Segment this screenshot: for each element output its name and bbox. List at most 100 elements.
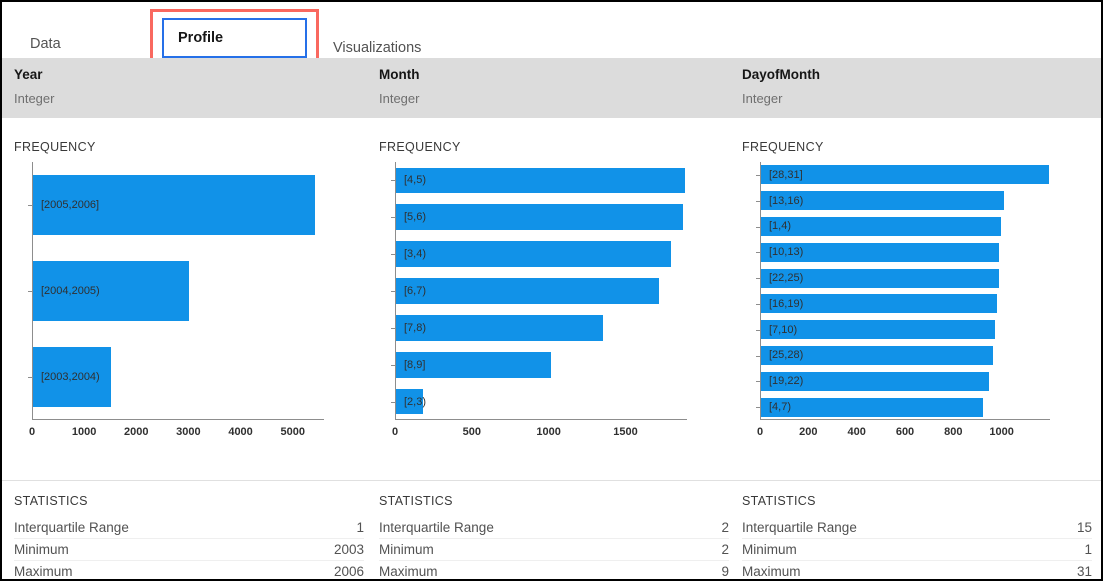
stat-value: 9 xyxy=(721,564,729,579)
bar-row[interactable]: [5,6) xyxy=(396,204,688,231)
bar-category-label: [6,7) xyxy=(404,284,427,297)
column-header-month[interactable]: Month Integer xyxy=(379,58,739,118)
stat-row: Interquartile Range 15 xyxy=(742,517,1092,539)
bar-row[interactable]: [2005,2006] xyxy=(33,174,325,236)
bar[interactable]: [28,31] xyxy=(761,165,1049,185)
bar-row[interactable]: [2003,2004) xyxy=(33,346,325,408)
bar-category-label: [8,9] xyxy=(404,358,426,371)
bar-row[interactable]: [28,31] xyxy=(761,165,1051,185)
x-axis-tick-label: 1000 xyxy=(71,426,97,438)
x-axis-tick-label: 1000 xyxy=(989,426,1014,438)
bar[interactable]: [3,4) xyxy=(396,241,672,268)
bar-row[interactable]: [22,25) xyxy=(761,268,1051,288)
bar-row[interactable]: [4,7) xyxy=(761,397,1051,417)
bar[interactable]: [25,28) xyxy=(761,345,993,366)
stat-value: 15 xyxy=(1076,520,1092,535)
frequency-panel-month: FREQUENCY [4,5) [5,6) [3,4) [6,7) [7,8) [8,9]… xyxy=(379,118,729,480)
stat-row: Maximum 9 xyxy=(379,561,729,579)
x-axis-tick-label: 2000 xyxy=(124,426,149,438)
bar[interactable]: [10,13) xyxy=(761,242,1000,262)
stat-name: Interquartile Range xyxy=(742,520,857,535)
stat-row: Minimum 1 xyxy=(742,539,1092,561)
stat-name: Minimum xyxy=(14,542,69,557)
frequency-chart-year[interactable]: [2005,2006] [2004,2005) [2003,2004) 0 1000 20… xyxy=(28,162,325,438)
bar[interactable]: [13,16) xyxy=(761,191,1004,211)
bar[interactable]: [2005,2006] xyxy=(33,174,315,236)
bar-row[interactable]: [8,9] xyxy=(396,351,688,378)
bar-row[interactable]: [6,7) xyxy=(396,278,688,304)
frequency-chart-dayofmonth[interactable]: [28,31] [13,16) [1,4) [10,13) [22,25) [16,19)… xyxy=(756,162,1051,438)
bar-category-label: [16,19) xyxy=(769,297,804,310)
stat-value: 1 xyxy=(356,520,364,535)
bar-category-label: [3,4) xyxy=(404,248,427,261)
stat-row: Interquartile Range 1 xyxy=(14,517,364,539)
column-header-dayofmonth[interactable]: DayofMonth Integer xyxy=(742,58,1101,118)
x-axis-tick-label: 0 xyxy=(756,426,764,438)
bar-category-label: [25,28) xyxy=(769,349,804,362)
x-axis-tick-label: 5000 xyxy=(280,426,305,438)
tab-profile[interactable]: Profile xyxy=(162,18,307,58)
x-axis-line xyxy=(760,419,1050,420)
bar-category-label: [22,25) xyxy=(769,272,804,285)
bar[interactable]: [2,3) xyxy=(396,388,427,415)
bar[interactable]: [2004,2005) xyxy=(33,260,190,322)
bar[interactable]: [2003,2004) xyxy=(33,346,112,408)
profile-page: Data Profile Visualizations Year Integer… xyxy=(0,0,1103,581)
frequency-panel-dayofmonth: FREQUENCY [28,31] [13,16) [1,4) [10,13) [22,… xyxy=(742,118,1097,480)
bar[interactable]: [7,8) xyxy=(396,314,604,341)
y-axis-tick xyxy=(391,180,395,182)
bar-row[interactable]: [19,22) xyxy=(761,371,1051,391)
bar-row[interactable]: [25,28) xyxy=(761,345,1051,366)
frequency-label: FREQUENCY xyxy=(14,140,96,154)
x-axis-tick-label: 500 xyxy=(462,426,482,438)
bar[interactable]: [4,5) xyxy=(396,167,685,194)
stat-value: 31 xyxy=(1076,564,1092,579)
bar-row[interactable]: [2004,2005) xyxy=(33,260,325,322)
bar-row[interactable]: [1,4) xyxy=(761,216,1051,237)
bar[interactable]: [6,7) xyxy=(396,278,659,304)
bar-row[interactable]: [2,3) xyxy=(396,388,688,415)
statistics-title: STATISTICS xyxy=(379,494,453,508)
bar[interactable]: [19,22) xyxy=(761,371,990,391)
column-name: Month xyxy=(379,67,420,82)
bar-category-label: [4,5) xyxy=(404,174,427,187)
section-divider xyxy=(2,480,1101,481)
frequency-panel-year: FREQUENCY [2005,2006] [2004,2005) [2003,20… xyxy=(14,118,364,480)
y-axis-tick xyxy=(756,303,760,305)
y-axis-tick xyxy=(756,329,760,331)
stat-row: Maximum 2006 xyxy=(14,561,364,579)
bar[interactable]: [1,4) xyxy=(761,216,1002,237)
bar-row[interactable]: [10,13) xyxy=(761,242,1051,262)
bar[interactable]: [8,9] xyxy=(396,351,552,378)
bar[interactable]: [7,10) xyxy=(761,320,996,340)
bar-category-label: [2,3) xyxy=(404,395,427,408)
x-axis-tick-label: 600 xyxy=(895,426,915,438)
stat-value: 2006 xyxy=(333,564,364,579)
y-axis-tick xyxy=(756,355,760,357)
stat-name: Interquartile Range xyxy=(14,520,129,535)
x-axis-tick-label: 4000 xyxy=(228,426,253,438)
bar[interactable]: [4,7) xyxy=(761,397,984,417)
column-header-strip: Year Integer Month Integer DayofMonth In… xyxy=(2,58,1101,118)
column-name: DayofMonth xyxy=(742,67,820,82)
bar-row[interactable]: [13,16) xyxy=(761,191,1051,211)
stat-row: Minimum 2 xyxy=(379,539,729,561)
bar[interactable]: [16,19) xyxy=(761,294,997,314)
bar[interactable]: [22,25) xyxy=(761,268,1000,288)
bar[interactable]: [5,6) xyxy=(396,204,684,231)
column-type: Integer xyxy=(742,91,783,106)
bar-row[interactable]: [16,19) xyxy=(761,294,1051,314)
stat-value: 2 xyxy=(721,542,729,557)
frequency-chart-month[interactable]: [4,5) [5,6) [3,4) [6,7) [7,8) [8,9] [2,3) 0 500 1… xyxy=(391,162,688,438)
x-axis-tick-label: 200 xyxy=(799,426,818,438)
y-axis-tick xyxy=(28,205,32,206)
y-axis-tick xyxy=(391,291,395,292)
bar-row[interactable]: [4,5) xyxy=(396,167,688,194)
bar-row[interactable]: [3,4) xyxy=(396,241,688,268)
stat-name: Maximum xyxy=(14,564,73,579)
y-axis-tick xyxy=(756,200,760,202)
bar-row[interactable]: [7,10) xyxy=(761,320,1051,340)
bar-row[interactable]: [7,8) xyxy=(396,314,688,341)
y-axis-tick xyxy=(756,252,760,254)
column-header-year[interactable]: Year Integer xyxy=(14,58,374,118)
